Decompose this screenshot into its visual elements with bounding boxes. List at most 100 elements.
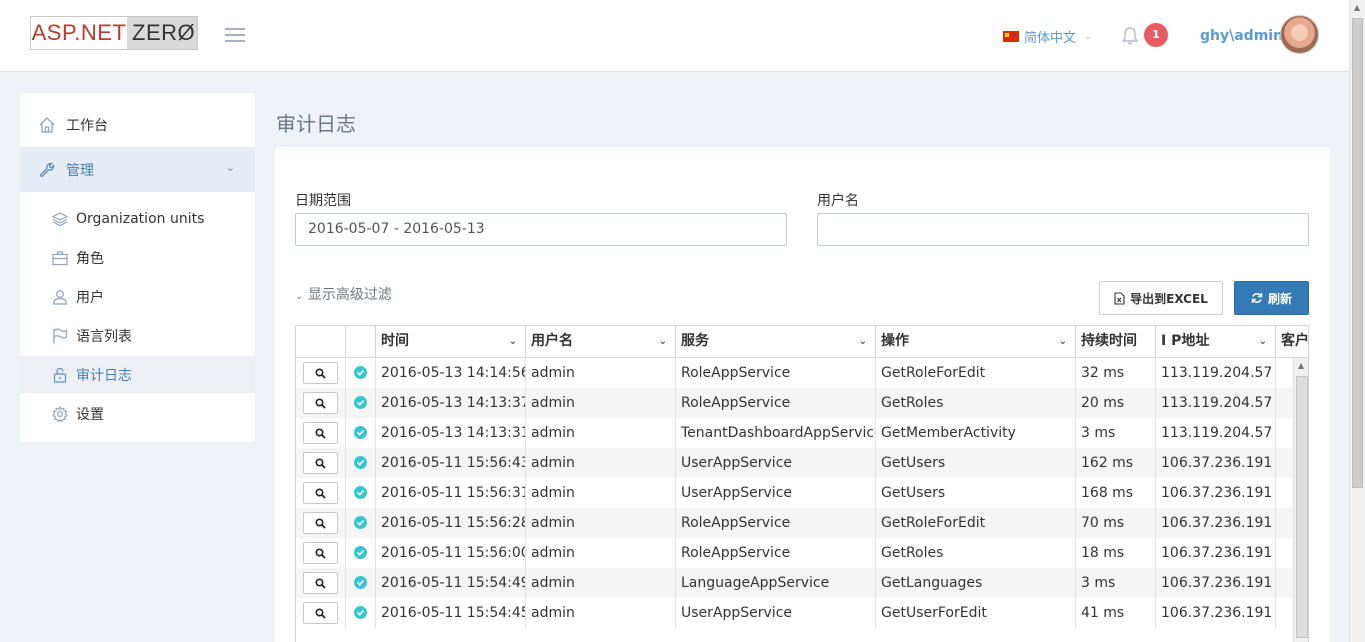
grid-body: 2016-05-13 14:14:56 admin RoleAppService Ge…: [296, 358, 1308, 628]
chevron-down-icon: ⌄: [225, 161, 235, 174]
table-row: 2016-05-11 15:54:49 admin LanguageAppServi…: [296, 568, 1308, 598]
table-row: 2016-05-11 15:56:00 admin RoleAppService Ge…: [296, 538, 1308, 568]
cell-time: 2016-05-11 15:56:31: [376, 478, 526, 508]
cell-service: RoleAppService: [676, 538, 876, 568]
cell-time: 2016-05-13 14:13:37: [376, 388, 526, 418]
sidebar-item-roles[interactable]: 角色: [20, 239, 255, 276]
view-details-button[interactable]: [303, 602, 338, 624]
notification-badge[interactable]: 1: [1144, 23, 1168, 47]
layers-icon: [52, 211, 68, 226]
cell-status: [346, 598, 376, 628]
view-details-button[interactable]: [303, 482, 338, 504]
user-avatar[interactable]: [1280, 15, 1319, 54]
date-range-label: 日期范围: [295, 193, 351, 209]
cell-service: LanguageAppService: [676, 568, 876, 598]
chevron-down-icon: ⌄: [508, 336, 517, 347]
wrench-icon: [39, 162, 55, 177]
cell-duration: 18 ms: [1076, 538, 1156, 568]
grid-header-username[interactable]: 用户名 ⌄: [526, 326, 676, 358]
table-row: 2016-05-11 15:54:45 admin UserAppService Ge…: [296, 598, 1308, 628]
grid-header-duration[interactable]: 持续时间: [1076, 326, 1156, 358]
app-logo[interactable]: ASP.NET ZERØ: [30, 16, 198, 50]
cell-ip: 113.119.204.57: [1156, 418, 1276, 448]
table-row: 2016-05-13 14:13:37 admin RoleAppService Ge…: [296, 388, 1308, 418]
cell-duration: 20 ms: [1076, 388, 1156, 418]
view-details-button[interactable]: [303, 362, 338, 384]
cell-service: RoleAppService: [676, 508, 876, 538]
cell-actions: [296, 418, 346, 448]
export-excel-button[interactable]: 导出到EXCEL: [1099, 281, 1223, 315]
scroll-up-icon[interactable]: ▲: [1354, 3, 1360, 12]
cell-method: GetLanguages: [876, 568, 1076, 598]
cell-actions: [296, 388, 346, 418]
advanced-filter-toggle[interactable]: ⌄ 显示高级过滤: [295, 284, 392, 304]
cell-duration: 162 ms: [1076, 448, 1156, 478]
grid-scrollbar-thumb[interactable]: [1296, 376, 1308, 638]
grid-header-service[interactable]: 服务 ⌄: [676, 326, 876, 358]
sidebar-item-settings[interactable]: 设置: [20, 395, 255, 432]
logo-text-zero: ZERØ: [127, 17, 197, 49]
cell-service: UserAppService: [676, 448, 876, 478]
cell-actions: [296, 598, 346, 628]
cell-actions: [296, 568, 346, 598]
refresh-button[interactable]: 刷新: [1234, 281, 1309, 315]
refresh-icon: [1251, 293, 1263, 303]
table-row: 2016-05-11 15:56:31 admin UserAppService Ge…: [296, 478, 1308, 508]
cell-status: [346, 478, 376, 508]
grid-header-client[interactable]: 客户: [1276, 326, 1308, 358]
username-filter-label: 用户名: [817, 193, 859, 209]
search-icon: [315, 517, 326, 529]
grid-header-actions: [296, 326, 346, 358]
cell-username: admin: [526, 448, 676, 478]
sidebar-item-administration[interactable]: 管理 ⌄: [20, 147, 255, 192]
grid-header-time[interactable]: 时间 ⌄: [376, 326, 526, 358]
chevron-down-icon: ⌄: [1058, 336, 1067, 347]
sidebar-item-audit-logs[interactable]: 审计日志: [20, 356, 255, 393]
sidebar-item-organization-units[interactable]: Organization units: [20, 200, 255, 237]
cell-username: admin: [526, 418, 676, 448]
view-details-button[interactable]: [303, 542, 338, 564]
cell-time: 2016-05-11 15:54:45: [376, 598, 526, 628]
page-scrollbar[interactable]: ▲: [1349, 0, 1365, 642]
sidebar-item-languages[interactable]: 语言列表: [20, 317, 255, 354]
bell-icon[interactable]: [1121, 26, 1139, 46]
menu-toggle-icon[interactable]: [225, 28, 245, 42]
view-details-button[interactable]: [303, 512, 338, 534]
cell-time: 2016-05-11 15:54:49: [376, 568, 526, 598]
username-filter-input[interactable]: [817, 213, 1309, 246]
grid-header-ip[interactable]: I P地址 ⌄: [1156, 326, 1276, 358]
page-scrollbar-thumb[interactable]: [1352, 18, 1363, 488]
language-switcher[interactable]: 简体中文 ⌄: [1003, 27, 1092, 46]
cell-actions: [296, 538, 346, 568]
sidebar-item-label: 设置: [76, 406, 104, 423]
search-icon: [315, 427, 326, 439]
sidebar-item-users[interactable]: 用户: [20, 278, 255, 315]
current-user-name[interactable]: ghy\admin: [1200, 28, 1283, 44]
cell-username: admin: [526, 568, 676, 598]
cell-ip: 106.37.236.191: [1156, 568, 1276, 598]
grid-scrollbar[interactable]: ▲: [1293, 358, 1308, 642]
refresh-label: 刷新: [1267, 291, 1292, 306]
cell-time: 2016-05-11 15:56:28: [376, 508, 526, 538]
cell-method: GetUsers: [876, 448, 1076, 478]
date-range-input[interactable]: 2016-05-07 - 2016-05-13: [295, 213, 787, 246]
cell-ip: 106.37.236.191: [1156, 448, 1276, 478]
view-details-button[interactable]: [303, 572, 338, 594]
view-details-button[interactable]: [303, 452, 338, 474]
cell-method: GetRoles: [876, 538, 1076, 568]
sidebar-item-label: 用户: [76, 289, 104, 306]
cell-ip: 106.37.236.191: [1156, 598, 1276, 628]
grid-header-method[interactable]: 操作 ⌄: [876, 326, 1076, 358]
cell-method: GetMemberActivity: [876, 418, 1076, 448]
cell-actions: [296, 358, 346, 388]
cell-method: GetRoleForEdit: [876, 508, 1076, 538]
cell-service: UserAppService: [676, 478, 876, 508]
sidebar-item-dashboard[interactable]: 工作台: [20, 102, 255, 147]
cell-ip: 106.37.236.191: [1156, 508, 1276, 538]
success-check-icon: [354, 426, 367, 439]
cell-service: UserAppService: [676, 598, 876, 628]
scroll-up-icon[interactable]: ▲: [1298, 361, 1304, 370]
view-details-button[interactable]: [303, 392, 338, 414]
view-details-button[interactable]: [303, 422, 338, 444]
cell-method: GetUsers: [876, 478, 1076, 508]
